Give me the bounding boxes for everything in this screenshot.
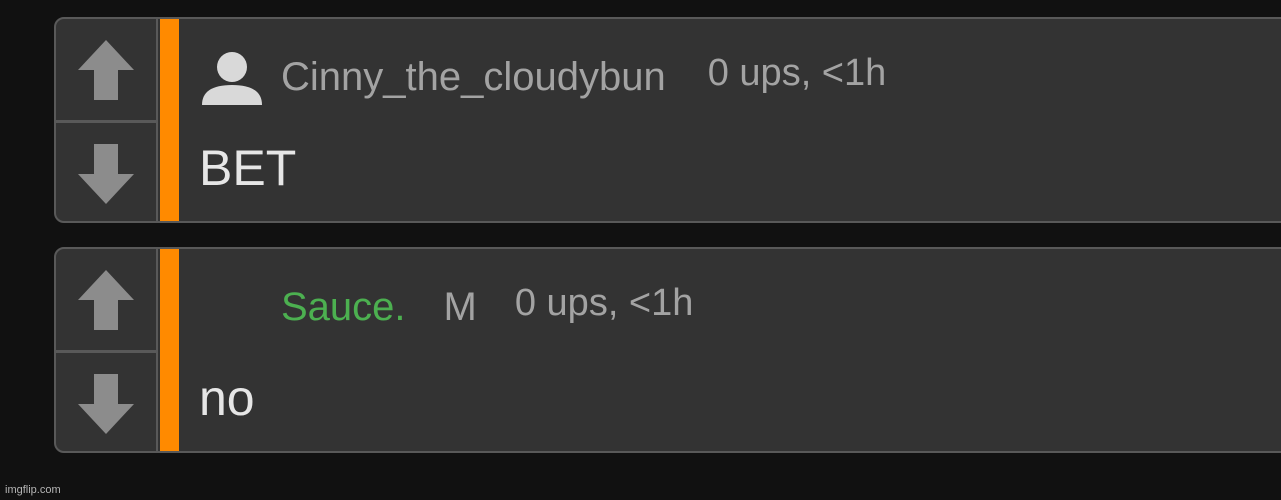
- comment-text: no: [199, 370, 255, 426]
- comment-meta: 0 ups, <1h: [707, 51, 887, 94]
- comment-header: Cinny_the_cloudybun 0 ups, <1h: [199, 49, 886, 105]
- watermark: imgflip.com: [5, 484, 61, 496]
- upvote-button[interactable]: [56, 19, 156, 120]
- comment-meta: 0 ups, <1h: [514, 281, 694, 324]
- arrow-up-icon: [78, 39, 134, 100]
- arrow-down-icon: [78, 373, 134, 434]
- comment: Cinny_the_cloudybun 0 ups, <1h BET: [54, 17, 1281, 223]
- upvote-button[interactable]: [56, 249, 156, 350]
- comment-text: BET: [199, 140, 297, 196]
- arrow-up-icon: [78, 269, 134, 330]
- accent-bar: [160, 249, 179, 451]
- username-link[interactable]: Sauce.: [281, 285, 406, 330]
- vote-column: [56, 249, 158, 451]
- avatar-placeholder: [199, 279, 281, 335]
- accent-bar: [160, 19, 179, 221]
- vote-column: [56, 19, 158, 221]
- arrow-down-icon: [78, 143, 134, 204]
- username-link[interactable]: Cinny_the_cloudybun: [281, 55, 666, 100]
- downvote-button[interactable]: [56, 123, 156, 221]
- comment: Sauce. M 0 ups, <1h no: [54, 247, 1281, 453]
- user-silhouette-icon[interactable]: [199, 49, 265, 105]
- mod-badge: M: [443, 284, 477, 329]
- comment-header: Sauce. M 0 ups, <1h: [199, 279, 693, 335]
- downvote-button[interactable]: [56, 353, 156, 451]
